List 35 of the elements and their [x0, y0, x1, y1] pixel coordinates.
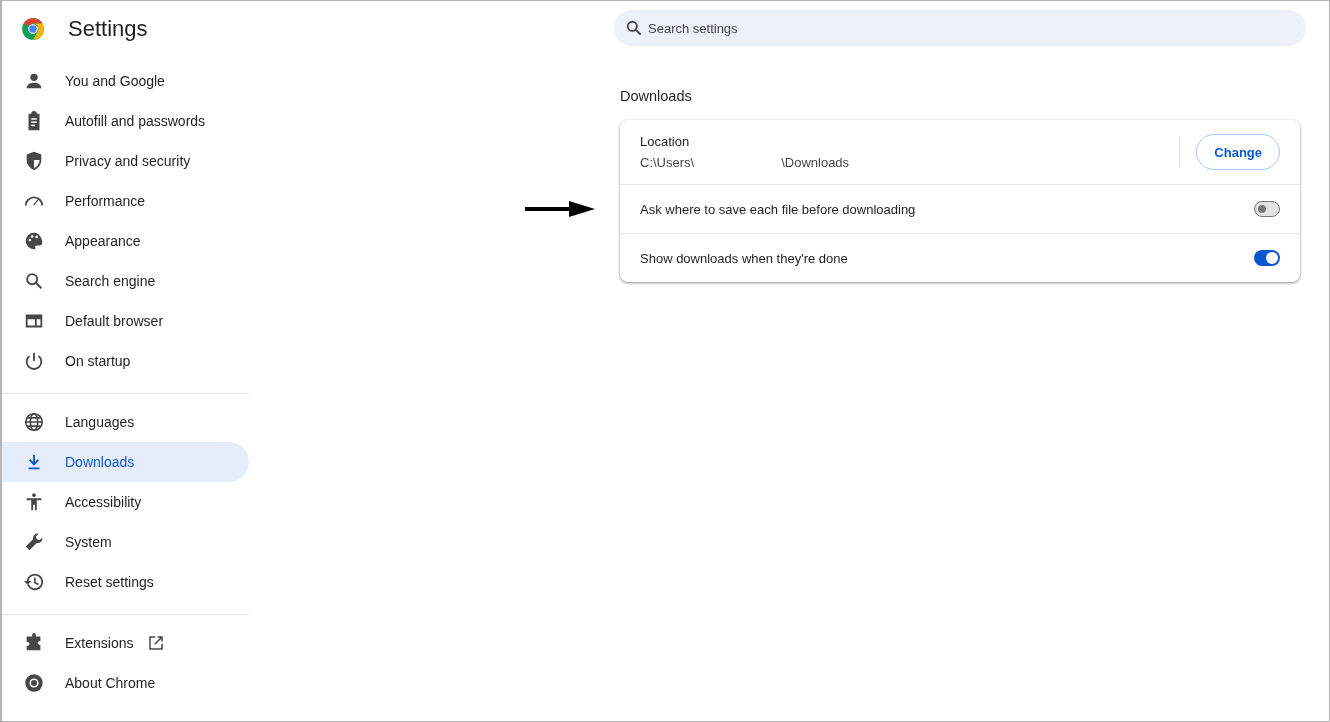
- sidebar-item[interactable]: You and Google: [2, 61, 249, 101]
- globe-icon: [23, 411, 45, 433]
- palette-icon: [23, 230, 45, 252]
- chrome-logo-icon: [20, 16, 46, 42]
- section-heading: Downloads: [620, 88, 693, 104]
- sidebar-item[interactable]: Appearance: [2, 221, 249, 261]
- sidebar-item[interactable]: Accessibility: [2, 482, 249, 522]
- sidebar-item[interactable]: System: [2, 522, 249, 562]
- toggle-switch[interactable]: [1254, 250, 1280, 266]
- change-button[interactable]: Change: [1196, 134, 1280, 170]
- toggle-label: Ask where to save each file before downloading: [640, 201, 917, 217]
- location-label: Location: [640, 134, 691, 149]
- toggle-label: Show downloads when they're done: [640, 250, 849, 266]
- sidebar-item[interactable]: Downloads: [2, 442, 249, 482]
- sidebar-item[interactable]: Performance: [2, 181, 249, 221]
- toggle-switch[interactable]: [1254, 201, 1280, 217]
- path-text: C:\Users\: [640, 155, 695, 170]
- search-icon: [23, 270, 45, 292]
- sidebar-item[interactable]: Search engine: [2, 261, 249, 301]
- sidebar-item[interactable]: Autofill and passwords: [2, 101, 249, 141]
- page-title: Settings: [68, 16, 148, 42]
- sidebar-item[interactable]: Languages: [2, 402, 249, 442]
- path-text: \Downloads: [781, 155, 850, 170]
- wrench-icon: [23, 531, 45, 553]
- sidebar-item[interactable]: On startup: [2, 341, 249, 381]
- sidebar-item[interactable]: Extensions: [2, 623, 249, 663]
- chrome-logo-icon: [23, 672, 45, 694]
- sidebar-item[interactable]: Default browser: [2, 301, 249, 341]
- search-field[interactable]: Search settings: [614, 10, 1306, 46]
- sidebar-item[interactable]: Reset settings: [2, 562, 249, 602]
- sidebar-item[interactable]: Privacy and security: [2, 141, 249, 181]
- power-icon: [23, 350, 45, 372]
- sidebar-item[interactable]: About Chrome: [2, 663, 249, 703]
- history-icon: [23, 571, 45, 593]
- external-link-icon: [147, 634, 166, 652]
